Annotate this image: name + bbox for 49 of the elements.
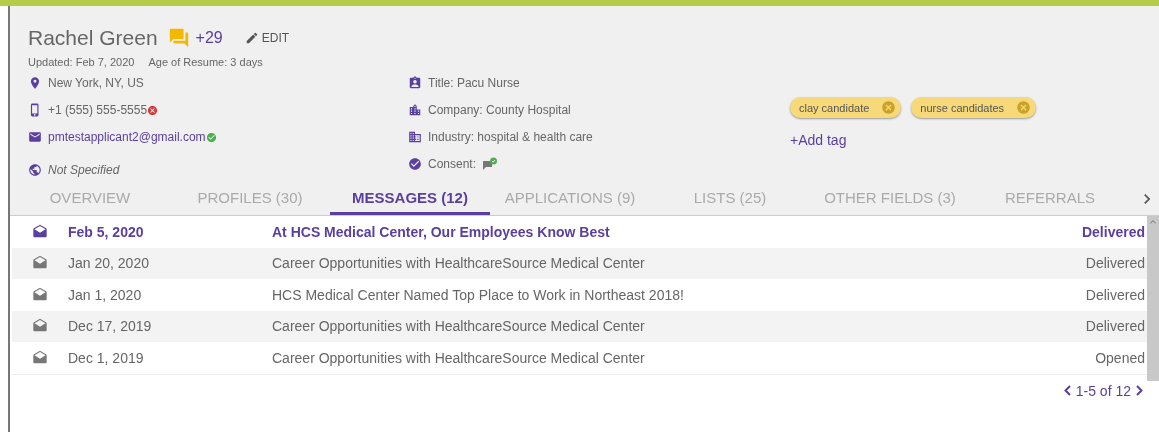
status-cell-text: Delivered xyxy=(1084,286,1146,303)
remove-tag-icon[interactable] xyxy=(881,100,897,115)
next-page-button[interactable] xyxy=(1136,385,1143,396)
edit-button[interactable]: EDIT xyxy=(244,31,290,45)
phone-icon xyxy=(28,103,42,117)
chevron-right-icon xyxy=(1136,385,1143,396)
status-cell-text: Opened xyxy=(1094,349,1146,366)
updated-date: Updated: Feb 7, 2020 xyxy=(28,56,135,68)
previous-page-button[interactable] xyxy=(1063,385,1071,396)
globe-icon xyxy=(28,163,42,177)
status-cell-text: Delivered xyxy=(1084,255,1146,272)
chat-icon[interactable] xyxy=(167,27,190,49)
envelope-icon xyxy=(28,130,42,144)
date-cell-text: Jan 1, 2020 xyxy=(68,286,143,303)
detail-text: Consent: xyxy=(428,157,477,171)
date-cell-text: Dec 17, 2019 xyxy=(68,318,153,335)
email-link[interactable]: pmtestapplicant2@gmail.com xyxy=(48,130,206,144)
status-cell-text: Delivered xyxy=(1080,223,1146,240)
date-cell-text: Jan 20, 2020 xyxy=(68,255,150,272)
status-cell-text: Delivered xyxy=(1084,318,1146,335)
subject-cell[interactable]: Career Opportunities with HealthcareSource Medical Center xyxy=(272,349,995,366)
consent-chat-icon xyxy=(482,157,499,171)
chevron-left-icon xyxy=(1063,385,1071,396)
pencil-icon xyxy=(244,31,259,45)
date-cell-text: Feb 5, 2020 xyxy=(68,223,145,240)
candidate-name: Rachel Green xyxy=(28,26,158,50)
date-cell-text: Dec 1, 2019 xyxy=(68,349,145,366)
remove-tag-icon[interactable] xyxy=(1016,100,1032,115)
subject-cell[interactable]: Career Opportunities with HealthcareSource Medical Center xyxy=(272,318,995,335)
subject-cell[interactable]: Career Opportunities with HealthcareSource Medical Center xyxy=(272,255,995,272)
notes-count[interactable]: +29 xyxy=(195,29,223,47)
tag-label: nurse candidates xyxy=(920,101,1005,114)
badge-icon xyxy=(408,76,422,90)
page-range: 1-5 of 12 xyxy=(1075,382,1131,399)
resume-age: Age of Resume: 3 days xyxy=(148,56,263,68)
add-tag-link[interactable]: +Add tag xyxy=(790,132,1090,148)
subject-cell[interactable]: At HCS Medical Center, Our Employees Know Best xyxy=(272,223,995,240)
detail-text: Title: Pacu Nurse xyxy=(428,76,520,90)
subject-cell[interactable]: HCS Medical Center Named Top Place to Work in Northeast 2018! xyxy=(272,286,995,303)
contact-text: +1 (555) 555-5555 xyxy=(48,103,148,117)
buildings-icon xyxy=(408,103,422,117)
contact-text: Not Specified xyxy=(48,163,120,177)
scrollbar[interactable] xyxy=(1147,216,1159,381)
detail-text: Industry: hospital & health care xyxy=(428,130,593,144)
detail-text: Company: County Hospital xyxy=(428,103,571,117)
building-icon xyxy=(408,130,422,144)
location-pin-icon xyxy=(28,76,42,90)
contact-text: New York, NY, US xyxy=(48,76,144,90)
tag-label: clay candidate xyxy=(799,101,870,114)
